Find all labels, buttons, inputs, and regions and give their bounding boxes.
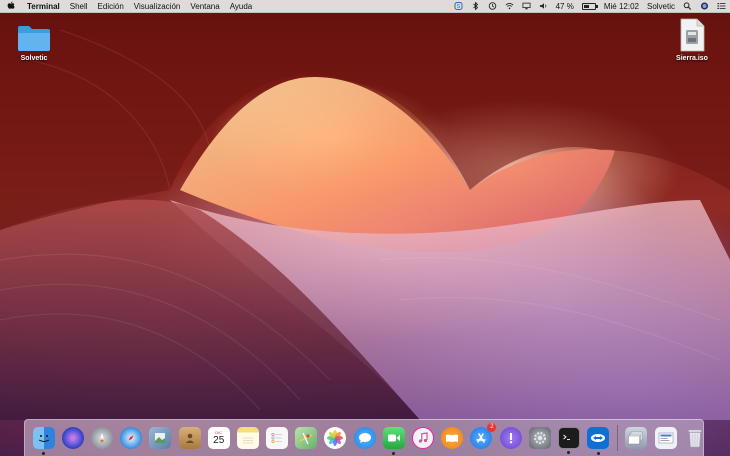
running-indicator: [567, 451, 571, 454]
menu-shell[interactable]: Shell: [65, 2, 93, 11]
battery-icon[interactable]: [578, 2, 600, 10]
spotlight-search-icon[interactable]: [679, 2, 696, 10]
contacts-icon[interactable]: [178, 427, 201, 449]
battery-percent[interactable]: 47 %: [552, 2, 578, 11]
menu-terminal[interactable]: Terminal: [22, 2, 65, 11]
time-machine-icon[interactable]: [484, 2, 501, 10]
finder-icon[interactable]: [32, 427, 55, 455]
safari-icon[interactable]: [120, 427, 143, 449]
messages-icon[interactable]: [353, 427, 376, 449]
calendar-day: 25: [213, 435, 225, 446]
siri-menubar-icon[interactable]: [696, 2, 713, 10]
facetime-icon[interactable]: [382, 427, 405, 455]
apple-menu-icon[interactable]: [0, 1, 22, 12]
launchpad-icon[interactable]: [90, 427, 113, 449]
bluetooth-icon[interactable]: [467, 2, 484, 10]
desktop-item-label: Sierra.iso: [676, 55, 708, 62]
ibooks-icon[interactable]: [441, 427, 464, 449]
gear-icon[interactable]: [528, 427, 551, 449]
folder-icon: [16, 24, 52, 52]
menubar-user[interactable]: Solvetic: [643, 2, 679, 11]
trash-icon[interactable]: [684, 427, 706, 449]
wallpaper-canyon-art: [0, 0, 730, 420]
document-stack-icon[interactable]: [625, 427, 648, 449]
menu-ventana[interactable]: Ventana: [185, 2, 224, 11]
skype-status-icon[interactable]: S: [450, 2, 467, 10]
menu-edicion[interactable]: Edición: [93, 2, 129, 11]
image-document-icon[interactable]: [654, 427, 677, 449]
desktop-item-label: Solvetic: [20, 55, 48, 62]
menu-visualizacion[interactable]: Visualización: [129, 2, 186, 11]
notes-icon[interactable]: [236, 427, 259, 449]
teamviewer-icon[interactable]: [587, 427, 610, 455]
desktop-item-sierra-iso[interactable]: Sierra.iso: [662, 18, 722, 62]
preview-icon[interactable]: [149, 427, 172, 449]
itunes-icon[interactable]: [412, 427, 435, 449]
menubar-status-area: S 47 % Mié 12:02 Solvetic: [450, 0, 730, 13]
dock: DIC 25 2: [24, 419, 704, 456]
feedback-icon[interactable]: [499, 427, 522, 449]
airplay-icon[interactable]: [518, 2, 535, 10]
svg-text:S: S: [456, 4, 460, 10]
appstore-icon[interactable]: 2: [470, 423, 497, 449]
running-indicator: [42, 452, 46, 455]
desktop-wallpaper: [0, 0, 730, 456]
desktop-item-solvetic[interactable]: Solvetic: [4, 24, 64, 62]
running-indicator: [392, 452, 396, 455]
terminal-icon[interactable]: [557, 427, 580, 454]
disk-image-icon: [678, 18, 706, 52]
menubar-clock[interactable]: Mié 12:02: [600, 2, 643, 11]
photos-icon[interactable]: [324, 427, 347, 449]
menu-bar: Terminal Shell Edición Visualización Ven…: [0, 0, 730, 13]
calendar-icon[interactable]: DIC 25: [207, 427, 230, 449]
siri-icon[interactable]: [61, 427, 84, 449]
volume-icon[interactable]: [535, 2, 552, 10]
menu-ayuda[interactable]: Ayuda: [225, 2, 258, 11]
reminders-icon[interactable]: [266, 427, 289, 449]
maps-icon[interactable]: [295, 427, 318, 449]
notification-center-icon[interactable]: [713, 2, 730, 10]
running-indicator: [596, 452, 600, 455]
wifi-icon[interactable]: [501, 2, 518, 10]
dock-separator: [616, 425, 618, 451]
appstore-badge: 2: [487, 423, 497, 432]
